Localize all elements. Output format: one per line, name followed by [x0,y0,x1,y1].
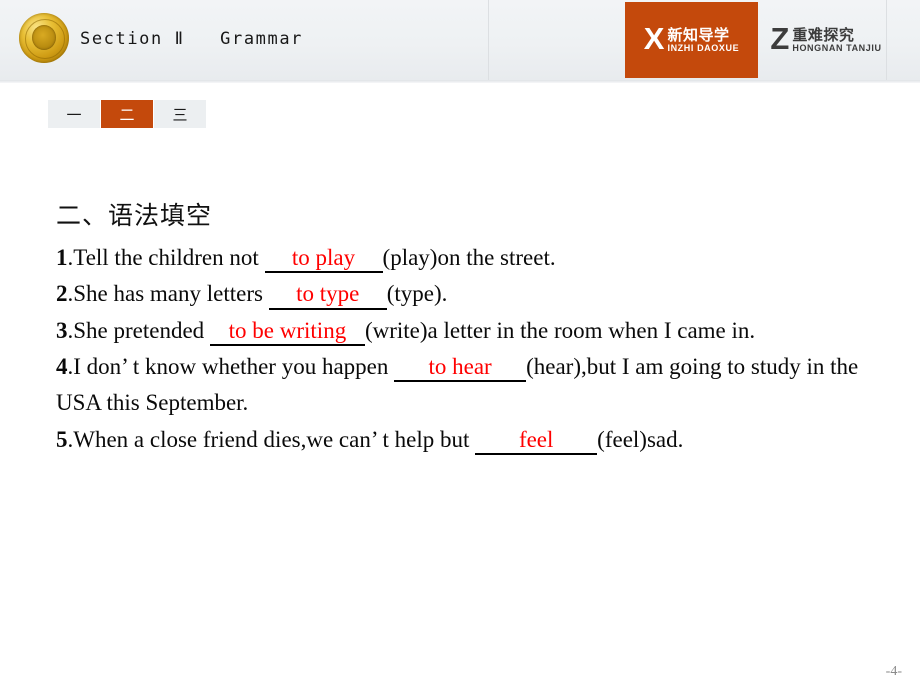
question-item-1: 1.Tell the children not to play (play)on … [56,240,886,276]
tab-bar: 一 二 三 [48,100,206,128]
emblem-inner-text [19,13,69,63]
question-text-pre-4: .I don’ t know whether you happen [67,353,395,379]
question-item-4: 4.I don’ t know whether you happen to he… [56,349,886,422]
question-number-4: 4 [56,353,68,379]
question-number-5: 5 [56,426,68,452]
tab-three-label: 三 [172,105,188,124]
slide-header: Section Ⅱ Grammar X 新知导学 INZHI DAOXUE Z … [0,0,920,80]
badge-letter-z: Z [770,20,790,56]
tab-one[interactable]: 一 [48,100,100,128]
page-number: -4- [885,664,902,679]
badge-label-en-zhongnan: HONGNAN TANJIU [792,43,882,54]
question-text-pre-2: .She has many letters [67,281,269,307]
question-item-3: 3.She pretended to be writing (write)a le… [56,313,886,349]
section-title: Section Ⅱ Grammar [80,29,303,49]
badge-label-cn-zhongnan: 重难探究 [792,25,855,44]
header-divider-left [488,0,489,80]
tab-two[interactable]: 二 [101,100,153,128]
question-text-post-3: (write)a letter in the room when I came … [364,317,756,343]
badge-zhongnan-tanjiu[interactable]: Z 重难探究 HONGNAN TANJIU [766,2,886,78]
tab-two-label: 二 [119,105,135,124]
answer-blank-1[interactable]: to play [264,245,383,274]
badge-label-cn-xinzhi: 新知导学 [667,25,730,44]
header-underline [0,80,920,83]
content-area: 二、语法填空 1.Tell the children not to play (p… [56,196,886,458]
question-item-5: 5.When a close friend dies,we can’ t hel… [56,422,886,458]
badge-label-en-xinzhi: INZHI DAOXUE [667,43,740,54]
gold-seal-emblem-icon [19,13,69,63]
question-text-post-5: (feel)sad. [597,426,684,452]
question-number-3: 3 [56,317,68,343]
tab-three[interactable]: 三 [154,100,206,128]
question-text-post-1: (play)on the street. [382,245,556,270]
header-divider-right [886,0,887,80]
badge-xinzhi-daoxue[interactable]: X 新知导学 INZHI DAOXUE [625,2,758,78]
answer-blank-5[interactable]: feel [475,427,598,456]
question-text-pre-3: .She pretended [67,317,210,343]
question-item-2: 2.She has many letters to type (type). [56,276,886,312]
answer-blank-3[interactable]: to be writing [209,318,365,347]
question-text-pre-1: .Tell the children not [67,245,265,270]
question-text-pre-5: .When a close friend dies,we can’ t help… [67,426,476,452]
question-text-post-2: (type). [386,281,448,307]
answer-blank-2[interactable]: to type [268,281,387,310]
question-number-2: 2 [56,281,68,307]
question-number-1: 1 [56,245,68,270]
tab-one-label: 一 [66,105,82,124]
answer-blank-4[interactable]: to hear [394,354,527,383]
exercise-heading: 二、语法填空 [56,201,213,230]
badge-letter-x: X [643,20,665,56]
